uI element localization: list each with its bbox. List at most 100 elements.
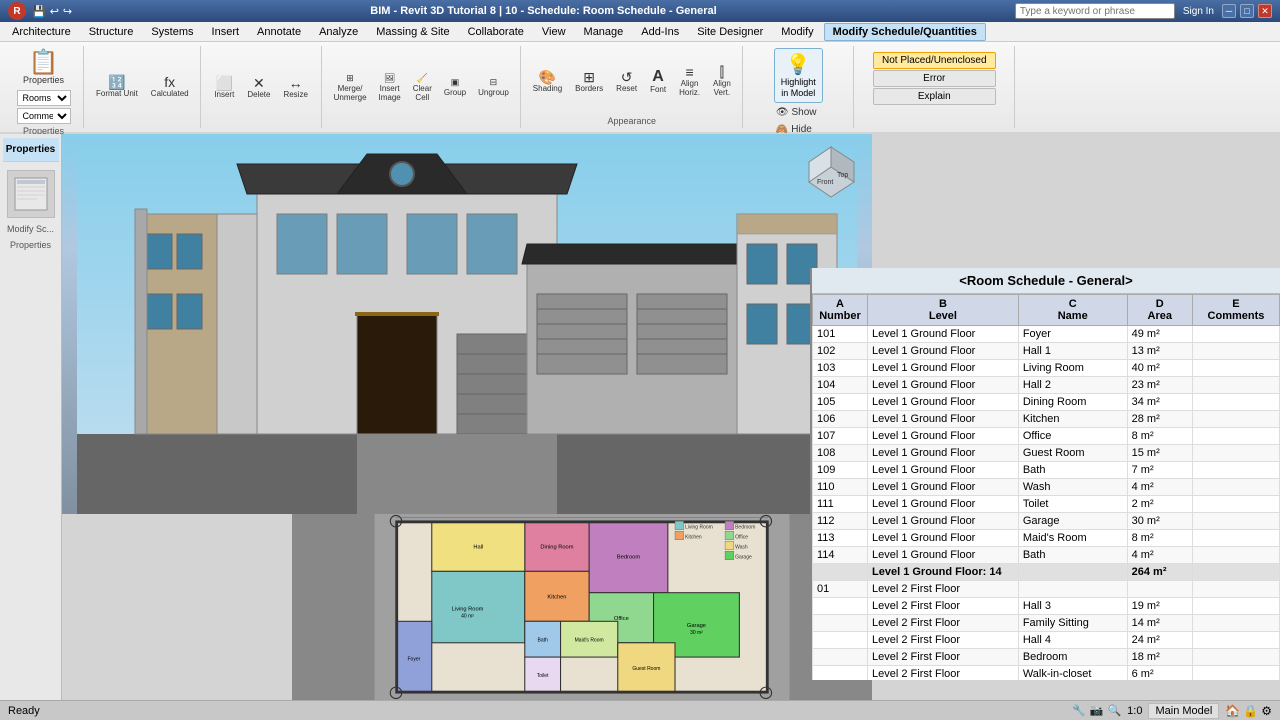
table-row: Level 1 Ground Floor: 14 264 m²: [813, 564, 1280, 581]
menu-sitedesigner[interactable]: Site Designer: [689, 24, 771, 40]
status-icons: 🔧 📷 🔍: [1072, 704, 1121, 717]
svg-text:Toilet: Toilet: [537, 673, 549, 679]
comments-dropdown[interactable]: Comments: [17, 108, 71, 124]
rooms-dropdown[interactable]: Rooms: [17, 90, 71, 106]
menu-addins[interactable]: Add-Ins: [633, 24, 687, 40]
reset-icon: ↺: [621, 70, 633, 84]
merge-button[interactable]: ⊞ Merge/Unmerge: [329, 70, 372, 105]
svg-text:Dining Room: Dining Room: [540, 544, 573, 550]
font-button[interactable]: A Font: [645, 66, 671, 97]
search-input[interactable]: [1015, 3, 1175, 19]
properties-text[interactable]: Properties: [10, 240, 51, 250]
schedule-body: 101 Level 1 Ground Floor Foyer 49 m² 102…: [813, 326, 1280, 681]
menu-architecture[interactable]: Architecture: [4, 24, 79, 40]
3d-view[interactable]: Front Top: [62, 134, 872, 514]
sign-in-link[interactable]: Sign In: [1183, 6, 1214, 17]
menu-annotate[interactable]: Annotate: [249, 24, 309, 40]
insert-image-button[interactable]: 🖼 InsertImage: [374, 70, 406, 105]
menu-systems[interactable]: Systems: [143, 24, 201, 40]
menu-modify-schedule[interactable]: Modify Schedule/Quantities: [824, 23, 986, 41]
viewport-area: Front Top Project Browser - BIM - Revit …: [62, 134, 872, 700]
svg-text:Bedroom: Bedroom: [735, 524, 755, 530]
highlight-in-model-button[interactable]: 💡 Highlightin Model: [774, 48, 823, 103]
insert-button[interactable]: ⬜ Insert: [209, 73, 239, 102]
col-header-a: A Number: [813, 295, 868, 326]
floor-plan-viewport[interactable]: Living Room 40 m² Kitchen Dining Room Be…: [292, 514, 872, 700]
clear-cell-button[interactable]: 🧹 ClearCell: [408, 70, 437, 105]
main-model-label: Main Model: [1148, 703, 1219, 719]
table-row: Level 2 First Floor Hall 4 24 m²: [813, 632, 1280, 649]
delete-button[interactable]: ✕ Delete: [242, 73, 275, 102]
svg-text:Top: Top: [837, 172, 848, 179]
menu-manage[interactable]: Manage: [576, 24, 632, 40]
align-vert-button[interactable]: ⫿ AlignVert.: [708, 62, 736, 100]
properties-icon-panel: [7, 170, 55, 218]
table-row: Level 2 First Floor Hall 3 19 m²: [813, 598, 1280, 615]
status-bar: Ready 🔧 📷 🔍 1:0 Main Model 🏠 🔒 ⚙: [0, 700, 1280, 720]
col-header-e: E Comments: [1192, 295, 1279, 326]
font-icon: A: [652, 69, 664, 85]
borders-button[interactable]: ⊞ Borders: [570, 67, 608, 96]
table-row: 106 Level 1 Ground Floor Kitchen 28 m²: [813, 411, 1280, 428]
maximize-button[interactable]: □: [1240, 4, 1254, 18]
view-cube-svg: Front Top: [799, 142, 864, 207]
building-viewport: [62, 134, 872, 514]
group-button[interactable]: ▣ Group: [439, 74, 471, 100]
close-button[interactable]: ✕: [1258, 4, 1272, 18]
svg-text:Office: Office: [735, 534, 748, 540]
table-row: 113 Level 1 Ground Floor Maid's Room 8 m…: [813, 530, 1280, 547]
floor-plan-svg: Living Room 40 m² Kitchen Dining Room Be…: [292, 514, 872, 700]
delete-icon: ✕: [253, 76, 265, 90]
ribbon: 📋 Properties Rooms Comments Properties 🔢…: [0, 42, 1280, 132]
shading-icon: 🎨: [539, 70, 556, 84]
table-row: 107 Level 1 Ground Floor Office 8 m²: [813, 428, 1280, 445]
col-header-b: B Level: [868, 295, 1019, 326]
svg-text:Garage: Garage: [735, 554, 752, 560]
app-logo: R: [8, 2, 26, 20]
menu-modify[interactable]: Modify: [773, 24, 821, 40]
floor-plan-area: Project Browser - BIM - Revit 3D Tutoria…: [62, 514, 872, 700]
menu-structure[interactable]: Structure: [81, 24, 142, 40]
svg-text:Wash: Wash: [735, 544, 748, 550]
explain-button[interactable]: Explain: [873, 88, 996, 105]
properties-svg: [13, 176, 49, 212]
format-unit-button[interactable]: 🔢 Format Unit: [91, 72, 143, 101]
svg-text:30 m²: 30 m²: [690, 630, 703, 636]
menu-analyze[interactable]: Analyze: [311, 24, 366, 40]
schedule-table-wrapper[interactable]: A Number B Level C Name D: [812, 294, 1280, 680]
menu-massing[interactable]: Massing & Site: [368, 24, 457, 40]
window-controls: ─ □ ✕: [1222, 4, 1272, 18]
resize-button[interactable]: ↔ Resize: [278, 73, 312, 102]
menu-collaborate[interactable]: Collaborate: [460, 24, 532, 40]
svg-text:40 m²: 40 m²: [461, 614, 474, 620]
not-placed-button[interactable]: Not Placed/Unenclosed: [873, 52, 996, 69]
table-row: 101 Level 1 Ground Floor Foyer 49 m²: [813, 326, 1280, 343]
format-icon: 🔢: [108, 75, 125, 89]
ribbon-group-rows: ⊞ Merge/Unmerge 🖼 InsertImage 🧹 ClearCel…: [323, 46, 521, 128]
align-horiz-button[interactable]: ≡ AlignHoriz.: [674, 62, 705, 100]
table-row: 01 Level 2 First Floor: [813, 581, 1280, 598]
properties-button[interactable]: 📋 Properties: [18, 48, 69, 88]
show-button[interactable]: 👁 Show: [771, 105, 826, 120]
table-row: 103 Level 1 Ground Floor Living Room 40 …: [813, 360, 1280, 377]
zoom-level: 1:0: [1127, 705, 1142, 717]
view-cube[interactable]: Front Top: [799, 142, 864, 207]
shading-button[interactable]: 🎨 Shading: [528, 67, 567, 96]
calculated-button[interactable]: fx Calculated: [146, 72, 194, 101]
reset-button[interactable]: ↺ Reset: [611, 67, 642, 96]
calculated-icon: fx: [164, 75, 175, 89]
window-title: BIM - Revit 3D Tutorial 8 | 10 - Schedul…: [72, 5, 1015, 17]
align-horiz-icon: ≡: [685, 65, 693, 79]
menu-insert[interactable]: Insert: [204, 24, 248, 40]
error-button[interactable]: Error: [873, 70, 996, 87]
schedule-panel: <Room Schedule - General> A Number B Lev…: [810, 268, 1280, 680]
properties-panel-button[interactable]: Properties: [3, 138, 59, 162]
properties-icon: 📋: [29, 51, 59, 75]
col-header-d: D Area: [1127, 295, 1192, 326]
align-vert-icon: ⫿: [720, 65, 724, 79]
table-row: 109 Level 1 Ground Floor Bath 7 m²: [813, 462, 1280, 479]
minimize-button[interactable]: ─: [1222, 4, 1236, 18]
menu-view[interactable]: View: [534, 24, 574, 40]
ungroup-button[interactable]: ⊟ Ungroup: [473, 74, 514, 100]
svg-text:Guest Room: Guest Room: [632, 666, 660, 672]
